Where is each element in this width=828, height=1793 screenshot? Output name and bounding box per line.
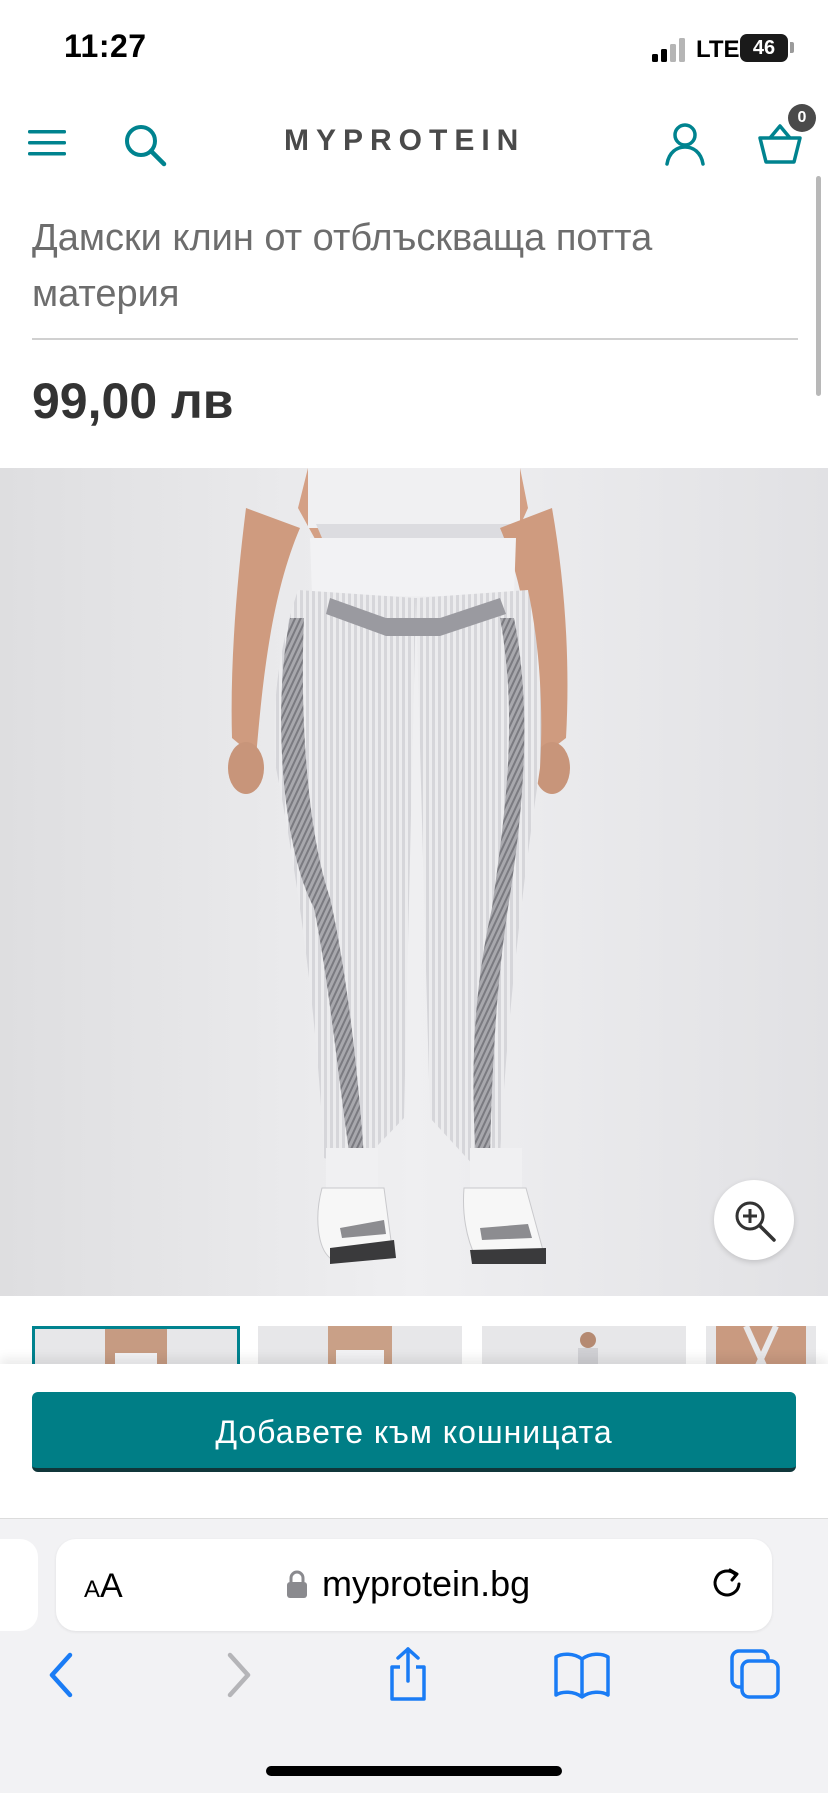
text-size-small: A <box>84 1576 101 1603</box>
thumbnail-3[interactable] <box>482 1326 686 1368</box>
address-bar[interactable]: AA myprotein.bg <box>56 1539 772 1631</box>
previous-tab-preview[interactable] <box>0 1539 38 1631</box>
home-indicator <box>266 1766 562 1776</box>
battery-tip <box>790 42 794 53</box>
network-type: LTE <box>696 36 740 63</box>
product-price: 99,00 лв <box>32 373 234 429</box>
tabs-icon[interactable] <box>728 1647 784 1703</box>
text-size-button[interactable]: AA <box>84 1567 123 1606</box>
product-image[interactable] <box>0 468 828 1296</box>
divider <box>32 338 798 340</box>
signal-strength-icon <box>652 38 685 62</box>
thumbnail-2[interactable] <box>258 1326 462 1368</box>
reload-icon[interactable] <box>708 1563 748 1603</box>
product-title: Дамски клин от отблъскваща потта материя <box>32 217 653 315</box>
bookmarks-icon[interactable] <box>552 1647 612 1703</box>
site-header: MYPROTEIN 0 <box>0 96 828 188</box>
back-icon[interactable] <box>42 1647 82 1703</box>
thumbnail-1[interactable] <box>32 1326 240 1368</box>
add-to-basket-button[interactable]: Добавете към кошницата <box>32 1392 796 1472</box>
thumbnail-strip <box>0 1326 828 1368</box>
browser-toolbar: AA myprotein.bg <box>0 1518 828 1793</box>
lock-icon <box>287 1570 307 1598</box>
menu-icon[interactable] <box>28 128 68 158</box>
forward-icon[interactable] <box>218 1647 258 1703</box>
share-icon[interactable] <box>384 1647 432 1703</box>
leggings-photo <box>0 468 828 1296</box>
add-to-basket-bar: Добавете към кошницата <box>0 1364 828 1518</box>
search-icon[interactable] <box>122 122 168 168</box>
status-time: 11:27 <box>64 28 147 64</box>
basket-count-badge: 0 <box>788 104 816 132</box>
myprotein-logo[interactable]: MYPROTEIN <box>284 124 525 158</box>
scrollbar[interactable] <box>816 176 821 396</box>
url-text: myprotein.bg <box>322 1563 531 1604</box>
battery-icon: 46 <box>740 34 788 62</box>
zoom-button[interactable] <box>714 1180 794 1260</box>
text-size-large: A <box>100 1567 123 1605</box>
zoom-in-icon <box>735 1201 776 1242</box>
thumbnail-4[interactable] <box>706 1326 816 1368</box>
status-bar: 11:27 LTE 46 <box>0 0 828 96</box>
account-icon[interactable] <box>664 122 706 166</box>
